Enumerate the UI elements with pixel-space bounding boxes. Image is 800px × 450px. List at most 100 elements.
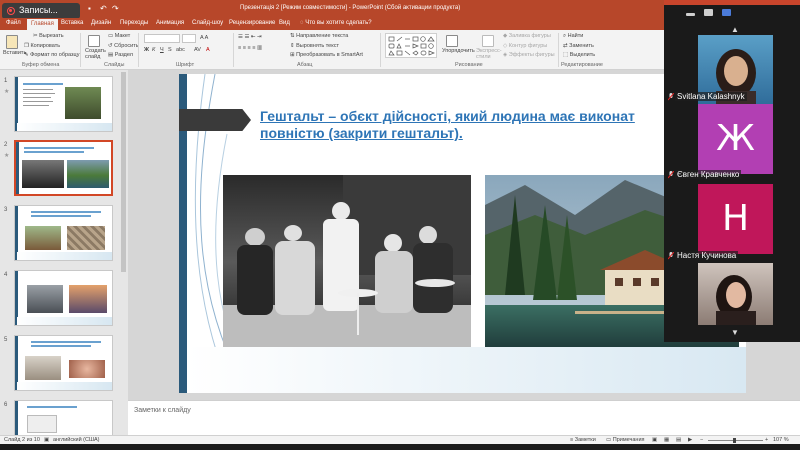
chevron-down-icon[interactable]: ▼ [731,328,739,337]
view-icon[interactable] [704,9,713,16]
cafe-photo[interactable] [223,175,471,349]
thumbnail-scrollbar[interactable] [121,72,126,272]
text-direction-button[interactable]: ⇅ Направление текста [290,33,348,39]
zoom-out-icon[interactable]: − [700,437,703,443]
minimize-icon[interactable] [686,13,695,16]
shape-effects-button[interactable]: ◈ Эффекты фигуры [503,52,555,58]
replace-label: Заменить [569,43,594,49]
tab-insert[interactable]: Вставка [61,20,83,26]
find-label: Найти [567,33,584,39]
align-text-button[interactable]: ⇕ Выровнять текст [290,43,339,49]
slide-thumbnail-5[interactable] [14,335,113,391]
undo-icon[interactable]: ↶ [100,4,109,13]
redo-icon[interactable]: ↷ [112,4,121,13]
underline-icon[interactable]: Ч [160,47,164,53]
tab-transitions[interactable]: Переходы [120,20,148,26]
tab-view[interactable]: Вид [279,20,290,26]
divider [138,33,139,67]
drawing-group-label: Рисование [455,62,483,68]
participant-video[interactable] [698,263,773,325]
section-button[interactable]: ▤ Раздел [108,52,133,58]
select-label: Выделить [569,52,596,58]
chevron-up-icon[interactable]: ▲ [731,25,739,34]
new-slide-icon[interactable] [88,35,100,47]
tab-design[interactable]: Дизайн [91,20,111,26]
font-name-field[interactable] [144,34,180,43]
arrange-button[interactable]: Упорядочить [442,48,475,54]
font-color-icon[interactable]: A [206,47,210,53]
shape-fill-button[interactable]: ◆ Заливка фигуры [503,33,551,39]
tab-file[interactable]: Файл [6,20,21,26]
paste-icon[interactable] [6,35,18,49]
language-status[interactable]: английский (США) [53,437,100,443]
tab-slideshow[interactable]: Слайд-шоу [192,20,223,26]
zoom-level[interactable]: 107 % [773,437,789,443]
font-grow-icon[interactable]: A A [200,35,208,41]
tab-home[interactable]: Главная [27,19,58,30]
participant-tile[interactable]: Ж [698,104,773,174]
participant-name: Настя Кучинова [675,251,739,260]
format-painter-button[interactable]: ✎ Формат по образцу [24,52,79,58]
shadow-icon[interactable]: S [168,47,172,53]
layout-button[interactable]: ▭ Макет [108,33,130,39]
arrange-icon[interactable] [446,35,458,47]
spellcheck-icon[interactable]: ▣ [44,437,49,443]
mic-muted-icon [667,251,675,260]
font-size-field[interactable] [182,34,196,43]
reset-button[interactable]: ↺ Сбросить [108,43,139,49]
layout-icon[interactable] [722,9,731,16]
save-icon[interactable]: ▪ [88,4,97,13]
copy-button[interactable]: ❐ Копировать [24,43,60,49]
zoom-in-icon[interactable]: + [765,437,768,443]
slide-thumbnail-6[interactable] [14,400,113,436]
tab-review[interactable]: Рецензирование [229,20,275,26]
mic-muted-icon [667,170,675,179]
italic-icon[interactable]: К [152,47,155,53]
slide-thumbnail-1[interactable] [14,76,113,132]
quick-styles-button[interactable]: Экспресс-стили [476,48,502,60]
shape-fill-label: Заливка фигуры [508,33,551,39]
participant-tile[interactable]: Н [698,184,773,254]
thumb-image [69,285,107,313]
ribbon: Вставить ✂ Вырезать ❐ Копировать ✎ Форма… [0,30,664,70]
zoom-slider-thumb[interactable] [733,438,736,443]
tab-animation[interactable]: Анимация [156,20,184,26]
char-spacing-icon[interactable]: AV [194,47,201,53]
slide-thumbnails-pane: 1 ★ 2 ★ 3 4 5 6 [0,70,128,436]
tell-me-label: Что вы хотите сделать? [305,20,372,26]
paste-button[interactable]: Вставить [3,50,26,56]
bullets-icon[interactable]: ☰ ☰ ⇤ ⇥ [238,34,262,40]
thumb-image [25,356,61,380]
slideshow-view-icon[interactable]: ▶ [688,437,692,443]
normal-view-icon[interactable]: ▣ [652,437,657,443]
tell-me-search[interactable]: ◌ Что вы хотите сделать? [300,20,372,26]
bold-icon[interactable]: Ж [144,47,149,53]
slide-thumbnail-4[interactable] [14,270,113,326]
notes-toggle[interactable]: ≡ Заметки [570,437,596,443]
slide-thumbnail-3[interactable] [14,205,113,261]
recording-indicator[interactable]: Записы... [2,3,80,19]
comments-toggle[interactable]: ▭ Примечания [606,437,645,443]
slide-heading[interactable]: Гештальт – обєкт дійсності, який людина … [260,108,690,142]
quick-styles-icon[interactable] [482,35,494,47]
replace-button[interactable]: ⇄ Заменить [563,43,594,49]
select-button[interactable]: ⬚ Выделить [563,52,595,58]
new-slide-button[interactable]: Создать слайд [85,48,107,60]
notes-pane[interactable]: Заметки к слайду [128,400,800,435]
sorter-view-icon[interactable]: ▦ [664,437,669,443]
strikethrough-icon[interactable]: abc [176,47,185,53]
panel-top-strip [664,0,800,5]
window-title: Презентація 2 [Режим совместимости] - Po… [240,5,461,11]
format-painter-label: Формат по образцу [30,52,80,58]
smartart-button[interactable]: ⊞ Преобразовать в SmartArt [290,52,363,58]
reading-view-icon[interactable]: ▤ [676,437,681,443]
notes-toggle-label: Заметки [574,437,596,443]
find-button[interactable]: ⌕ Найти [563,33,583,40]
shape-outline-button[interactable]: ◇ Контур фигуры [503,43,547,49]
slide-thumbnail-2[interactable] [14,140,113,196]
shapes-gallery[interactable] [385,33,437,58]
ribbon-tabs: Файл Главная Вставка Дизайн Переходы Ани… [0,18,664,30]
align-icons[interactable]: ≡ ≡ ≡ ≡ ▥ [238,45,262,51]
current-slide[interactable]: Гештальт – обєкт дійсності, який людина … [179,74,746,393]
cut-button[interactable]: ✂ Вырезать [33,33,64,39]
